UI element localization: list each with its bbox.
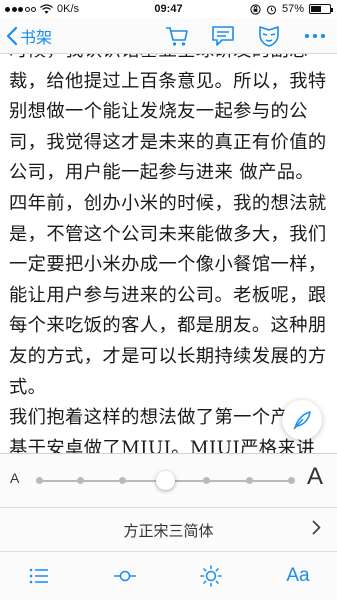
font-smaller-label[interactable]: A — [10, 470, 19, 486]
feather-icon — [293, 411, 311, 430]
alarm-icon — [266, 4, 277, 15]
status-right: 57% — [250, 3, 333, 15]
mask-icon[interactable] — [257, 25, 281, 47]
paragraph: 四年前，创办小米的时候，我的想法就 是，不管这个公司未来能做多大，我们 一定要把小米… — [0, 189, 337, 403]
font-size-thumb[interactable] — [155, 471, 175, 490]
text-line: 式。 — [9, 376, 47, 398]
font-size-step[interactable] — [77, 477, 85, 484]
text-line: 裁，给他提过上百条意见。所以，我特 — [9, 70, 327, 92]
sun-icon — [200, 565, 222, 587]
paragraph: 时候，我认识诺基亚全球研发的副总裁，给他提过上百条意见。所以，我特别想做一个能让… — [0, 36, 337, 189]
comment-icon[interactable] — [211, 25, 235, 47]
font-name: 方正宋三简体 — [123, 522, 214, 540]
text-line: 司，我觉得这才是未来的真正有价值的 — [9, 131, 327, 153]
reader-page[interactable]: 时候，我认识诺基亚全球研发的副总裁，给他提过上百条意见。所以，我特别想做一个能让… — [0, 36, 337, 466]
nav-bar: 书架 — [0, 18, 337, 54]
tab-progress[interactable] — [110, 561, 140, 591]
font-size-step[interactable] — [245, 477, 253, 484]
chevron-left-icon — [6, 26, 18, 46]
text-line: 别想做一个能让发烧友一起参与的公 — [9, 101, 308, 123]
font-size-slider[interactable] — [35, 471, 295, 490]
font-larger-label[interactable]: A — [307, 463, 323, 491]
cart-icon[interactable] — [165, 25, 189, 47]
text-line: 是，不管这个公司未来能做多大，我们 — [9, 223, 327, 245]
text-line: 能让用户参与进来的公司。老板呢，跟 — [9, 284, 327, 306]
font-select-row[interactable]: 方正宋三简体 — [0, 507, 337, 551]
text-line: 每个来吃饭的客人，都是朋友。这种朋 — [9, 315, 327, 337]
font-size-step[interactable] — [287, 477, 295, 484]
chevron-right-icon — [312, 520, 321, 535]
settings-panel: A A 方正宋三简体 Aa — [0, 453, 337, 600]
status-bar: 0K/s 09:47 57% — [0, 0, 337, 18]
back-button[interactable]: 书架 — [6, 24, 52, 48]
back-label: 书架 — [20, 30, 53, 47]
battery-percent: 57% — [281, 3, 304, 15]
nav-actions — [165, 25, 327, 47]
tab-brightness[interactable] — [196, 561, 226, 591]
more-icon[interactable] — [303, 25, 327, 47]
font-size-row: A A — [0, 454, 337, 507]
lock-rotation-icon — [250, 3, 261, 15]
tab-contents[interactable] — [24, 561, 54, 591]
font-size-step[interactable] — [203, 477, 211, 484]
text-line: 友的方式，才是可以长期持续发展的方 — [9, 345, 327, 367]
text-line: 公司，用户能一起参与进来 做产品。 — [9, 162, 315, 184]
text-line: 四年前，创办小米的时候，我的想法就 — [9, 192, 327, 214]
progress-icon — [114, 570, 136, 582]
text-line: 一定要把小米办成一个像小餐馆一样， — [9, 254, 327, 276]
tab-font[interactable]: Aa — [283, 561, 313, 591]
font-size-step[interactable] — [35, 477, 43, 484]
list-icon — [29, 568, 48, 584]
note-button[interactable] — [282, 400, 322, 440]
bottom-tab-bar: Aa — [0, 551, 337, 600]
font-size-step[interactable] — [119, 477, 127, 484]
battery-icon — [309, 4, 333, 14]
